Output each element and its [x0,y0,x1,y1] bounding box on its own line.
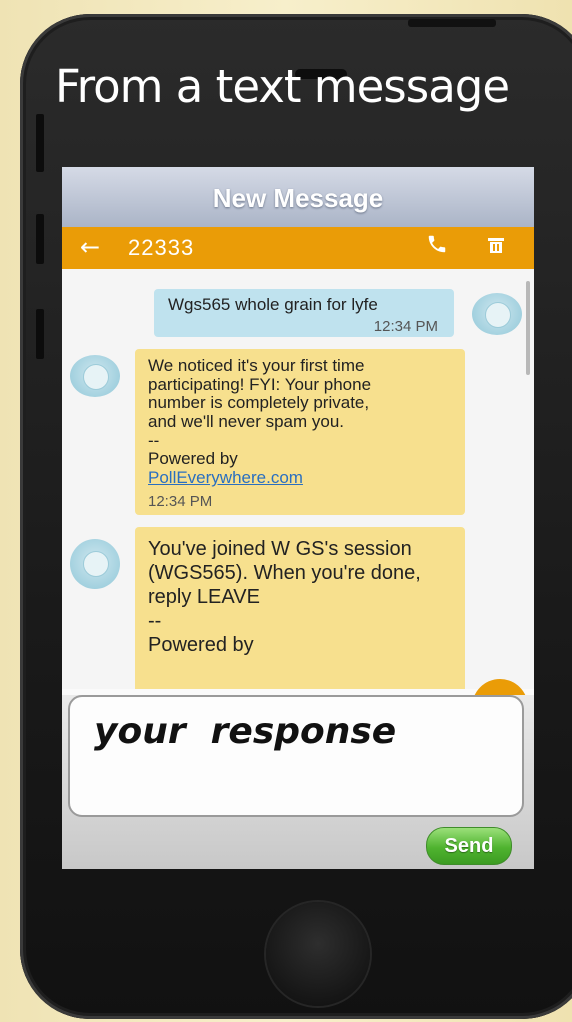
message-line: We noticed it's your first time [148,356,365,375]
polleverywhere-link[interactable]: PollEverywhere.com [148,468,458,488]
power-button [408,19,496,27]
message-line: reply LEAVE [148,586,260,608]
message-line: -- [148,430,160,450]
message-line: -- [148,610,162,632]
message-line: (WGS565). When you're done, [148,562,421,584]
outgoing-message-bubble: Wgs565 whole grain for lyfe 12:34 PM [154,289,454,337]
phone-icon[interactable] [426,233,448,259]
home-button[interactable] [266,902,370,1006]
volume-down-button [36,309,44,359]
response-text: your response [94,711,397,752]
message-time: 12:34 PM [148,493,213,510]
message-line: Powered by [148,449,238,469]
message-line: Powered by [148,634,254,656]
new-message-header: New Message [62,167,534,229]
compose-area: your response Send [62,695,534,869]
response-input[interactable]: your response [68,695,524,817]
incoming-message-bubble: You've joined W GS's session (WGS565). W… [135,527,465,689]
slide-headline: From a text message [55,60,510,113]
incoming-message-bubble: We noticed it's your first time particip… [135,349,465,515]
scrollbar[interactable] [526,281,530,375]
contact-avatar-icon [70,355,120,397]
message-line: participating! FYI: Your phone [148,374,372,394]
conversation-thread[interactable]: Wgs565 whole grain for lyfe 12:34 PM We … [62,269,534,689]
phone-screen: New Message ← 22333 Wgs565 whole grain f… [62,167,534,869]
message-text: Wgs565 whole grain for lyfe [168,295,378,314]
self-avatar-icon [472,293,522,335]
message-text: You've joined W GS's session (WGS565). W… [148,537,460,657]
mute-switch [36,114,44,172]
message-text: We noticed it's your first time particip… [148,356,458,488]
send-button[interactable]: Send [426,827,512,865]
message-line: and we'll never spam you. [148,412,345,432]
arrow-left-icon[interactable]: ← [80,233,100,261]
contact-avatar-icon [70,539,120,589]
trash-icon[interactable] [486,235,506,259]
message-line: You've joined W GS's session [148,538,412,560]
messaging-app-bar: ← 22333 [62,227,534,269]
volume-up-button [36,214,44,264]
message-time: 12:34 PM [373,318,438,335]
new-message-title: New Message [212,183,384,213]
message-line: number is completely private, [148,393,370,413]
contact-number: 22333 [128,235,195,260]
